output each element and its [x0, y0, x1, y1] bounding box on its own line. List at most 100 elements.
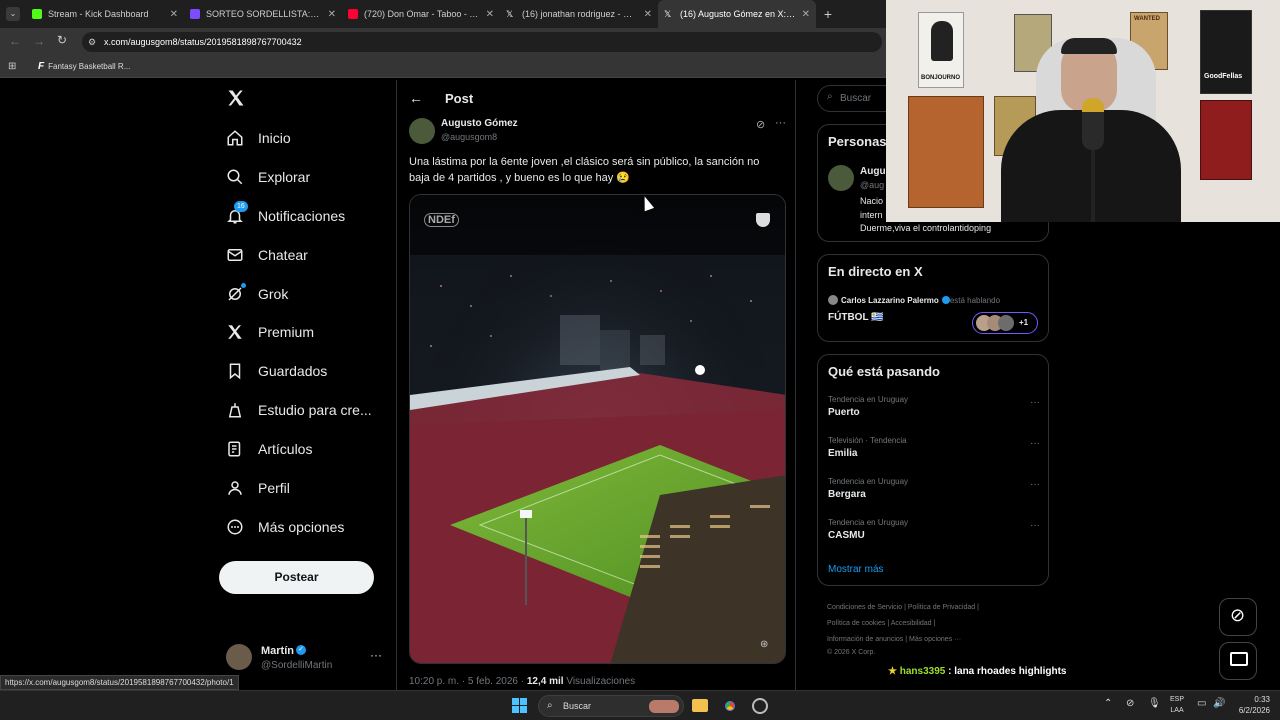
more-icon[interactable]: ··· — [1030, 397, 1040, 408]
trend-item[interactable]: Televisión · Tendencia Emilia ··· — [828, 436, 1040, 459]
footer-link[interactable]: Condiciones de Servicio — [827, 604, 902, 611]
grok-float-button[interactable]: ⊘ — [1219, 598, 1257, 636]
chat-user: hans3395 — [899, 666, 946, 677]
reload-icon[interactable]: ↻ — [57, 33, 67, 47]
live-topic[interactable]: FÚTBOL 🇺🇾 — [828, 312, 884, 323]
author-avatar[interactable] — [409, 118, 435, 144]
poster-caption: BONJOURNO — [921, 75, 961, 81]
person-bio: Duerme,viva el controlantidoping — [860, 223, 992, 233]
tab-title: SORTEO SORDELLISTA: CAMISE — [206, 9, 322, 19]
start-button[interactable] — [512, 698, 528, 714]
nav-label: Grok — [258, 286, 289, 302]
mic-icon[interactable]: 🎙 — [1148, 698, 1161, 709]
author-handle[interactable]: @augusgom8 — [441, 132, 497, 142]
browser-tab[interactable]: 𝕏 (16) jonathan rodriguez - Busca ✕ — [500, 0, 658, 28]
network-icon[interactable]: ⊘ — [1126, 698, 1134, 709]
browser-tab-active[interactable]: 𝕏 (16) Augusto Gómez en X: "Una ✕ — [658, 0, 816, 28]
avatar[interactable] — [828, 165, 854, 191]
alt-icon[interactable]: ⊛ — [760, 639, 768, 650]
home-icon — [226, 129, 244, 147]
chevron-up-icon[interactable]: ⌃ — [1104, 698, 1112, 709]
more-icon[interactable]: ··· — [1030, 520, 1040, 531]
trend-item[interactable]: Tendencia en Uruguay CASMU ··· — [828, 518, 1040, 541]
footer-link[interactable]: Política de Privacidad — [908, 604, 975, 611]
url-field[interactable]: ⚙ x.com/augusgom8/status/201958189876770… — [82, 32, 882, 52]
more-icon[interactable]: ··· — [1030, 438, 1040, 449]
more-icon[interactable]: ··· — [775, 117, 786, 129]
bookmark-label: Fantasy Basketball R... — [48, 62, 131, 71]
search-placeholder: Buscar — [840, 93, 872, 104]
grok-icon[interactable]: ⊘ — [756, 118, 765, 131]
forward-icon[interactable]: → — [33, 34, 45, 48]
nav-notificaciones[interactable]: 16 Notificaciones — [226, 201, 345, 228]
grok-icon — [226, 283, 246, 303]
display-icon[interactable]: ▭ — [1197, 698, 1206, 709]
trend-item[interactable]: Tendencia en Uruguay Bergara ··· — [828, 477, 1040, 500]
nav-label: Chatear — [258, 247, 308, 263]
back-arrow-icon[interactable]: ← — [409, 90, 423, 106]
tab-list-button[interactable]: ⌄ — [0, 0, 26, 28]
avatar — [226, 644, 252, 670]
post-image[interactable]: NDEf ⊛ — [409, 194, 786, 664]
host-avatar — [828, 295, 838, 305]
clock[interactable]: 0:33 6/2/2026 — [1232, 694, 1270, 716]
tab-title: (16) Augusto Gómez en X: "Una — [680, 9, 796, 19]
nav-estudio[interactable]: Estudio para cre... — [226, 398, 372, 422]
nav-explorar[interactable]: Explorar — [226, 165, 310, 189]
apps-icon[interactable]: ⊞ — [8, 61, 16, 72]
nav-grok[interactable]: Grok — [226, 282, 288, 306]
chrome-icon[interactable] — [722, 698, 738, 714]
footer-link[interactable]: Accesibilidad — [891, 620, 932, 627]
close-icon[interactable]: ✕ — [170, 9, 178, 20]
browser-tab[interactable]: Stream - Kick Dashboard ✕ — [26, 0, 184, 28]
close-icon[interactable]: ✕ — [644, 9, 652, 20]
person-icon — [226, 479, 244, 497]
nav-guardados[interactable]: Guardados — [226, 359, 327, 383]
nav-mas-opciones[interactable]: Más opciones — [226, 515, 344, 539]
browser-tab[interactable]: (720) Don Omar - Taboo - YouT ✕ — [342, 0, 500, 28]
copyright: © 2026 X Corp. — [827, 649, 876, 656]
person-name[interactable]: Augu — [860, 166, 886, 177]
footer-link[interactable]: Más opciones ··· — [909, 636, 961, 643]
footer-link[interactable]: Información de anuncios — [827, 636, 903, 643]
nav-chatear[interactable]: Chatear — [226, 243, 308, 267]
browser-tab[interactable]: SORTEO SORDELLISTA: CAMISE ✕ — [184, 0, 342, 28]
live-host-row[interactable]: Carlos Lazzarino Palermo está hablando — [828, 295, 1000, 305]
site-info-icon[interactable]: ⚙ — [88, 32, 96, 52]
grok-icon: ⊘ — [1230, 605, 1246, 625]
close-icon[interactable]: ✕ — [328, 9, 336, 20]
youtube-icon — [348, 9, 358, 19]
taskbar-search[interactable]: ⌕ Buscar — [538, 695, 684, 717]
more-icon[interactable]: ··· — [370, 648, 382, 662]
status-url-bar: https://x.com/augusgom8/status/201958189… — [0, 675, 239, 690]
new-tab-button[interactable]: + — [816, 6, 840, 22]
back-icon[interactable]: ← — [9, 34, 21, 48]
footer-link[interactable]: Política de cookies — [827, 620, 885, 627]
nav-articulos[interactable]: Artículos — [226, 437, 312, 461]
studio-icon — [226, 401, 244, 419]
close-icon[interactable]: ✕ — [486, 9, 494, 20]
live-listeners[interactable]: +1 — [972, 312, 1038, 334]
nav-perfil[interactable]: Perfil — [226, 476, 290, 500]
more-icon[interactable]: ··· — [1030, 479, 1040, 490]
nav-inicio[interactable]: Inicio — [226, 126, 291, 150]
nav-premium[interactable]: Premium — [226, 320, 314, 344]
bookmark-item[interactable]: F Fantasy Basketball R... — [38, 61, 130, 72]
post-button[interactable]: Postear — [219, 561, 374, 594]
volume-icon[interactable]: 🔊 — [1213, 698, 1225, 709]
separator: | — [904, 604, 906, 611]
account-switcher[interactable]: Martín ✓ @SordelliMartin ··· — [226, 642, 386, 674]
messages-float-button[interactable] — [1219, 642, 1257, 680]
file-explorer-icon[interactable] — [692, 699, 708, 712]
x-logo[interactable] — [226, 88, 246, 108]
trend-name: CASMU — [828, 530, 865, 541]
author-name[interactable]: Augusto Gómez — [441, 118, 518, 129]
bookmark-icon — [226, 362, 244, 380]
trend-item[interactable]: Tendencia en Uruguay Puerto ··· — [828, 395, 1040, 418]
show-more-link[interactable]: Mostrar más — [828, 564, 884, 575]
poster-caption: WANTED — [1134, 16, 1160, 22]
app-icon[interactable] — [752, 698, 768, 714]
account-name: Martín — [261, 645, 294, 657]
language-indicator[interactable]: ESP LAA — [1170, 694, 1184, 716]
close-icon[interactable]: ✕ — [802, 9, 810, 20]
